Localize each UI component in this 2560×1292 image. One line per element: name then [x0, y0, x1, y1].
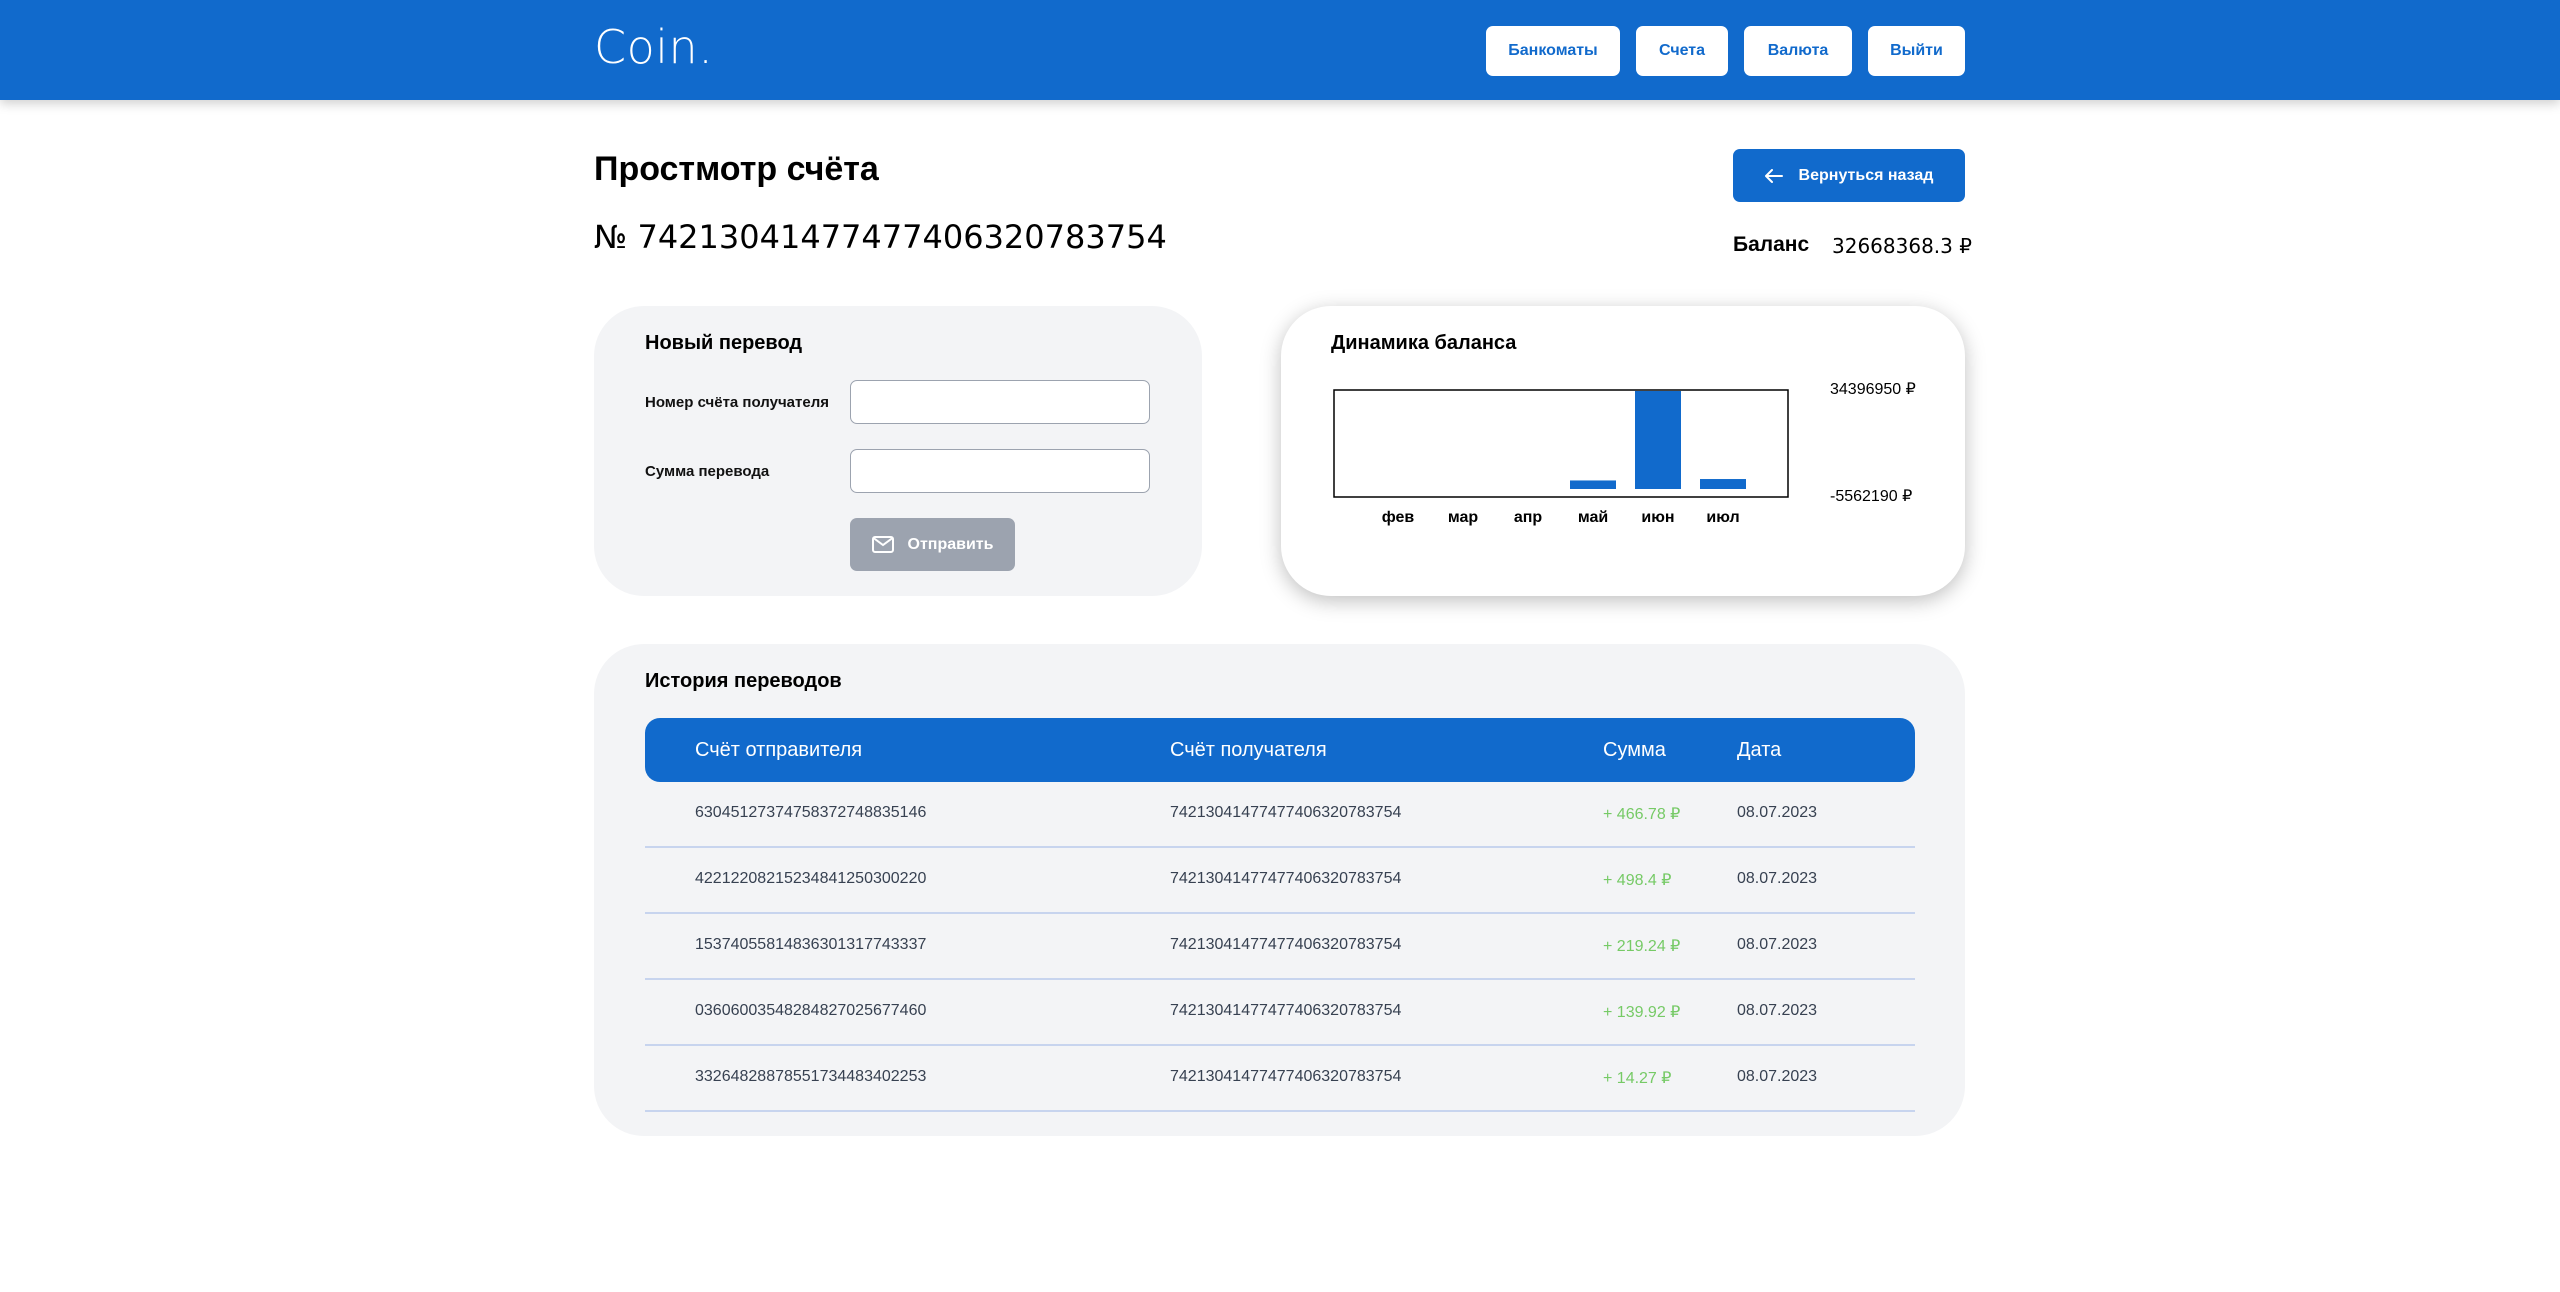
- table-row: 03606003548284827025677460 74213041477477…: [645, 980, 1915, 1046]
- cell-from: 15374055814836301317743337: [695, 936, 927, 953]
- cell-amount: + 466.78 ₽: [1603, 806, 1681, 823]
- x-tick-label: май: [1578, 509, 1608, 526]
- nav-logout-button[interactable]: Выйти: [1868, 26, 1965, 76]
- top-header: Coin. Банкоматы Счета Валюта Выйти: [0, 0, 2560, 100]
- cell-date: 08.07.2023: [1737, 1068, 1818, 1085]
- col-date: Дата: [1737, 739, 1782, 761]
- balance-label: Баланс: [1733, 233, 1810, 256]
- arrow-left-icon: [1764, 168, 1783, 183]
- cell-amount: + 219.24 ₽: [1603, 938, 1681, 955]
- cell-to: 74213041477477406320783754: [1170, 1002, 1402, 1019]
- y-min-label: -5562190 ₽: [1830, 488, 1912, 505]
- back-button-label: Вернуться назад: [1798, 166, 1934, 184]
- cell-from: 42212208215234841250300220: [695, 870, 927, 887]
- x-tick-label: апр: [1514, 509, 1543, 526]
- nav-atms-button[interactable]: Банкоматы: [1486, 26, 1620, 76]
- cell-from: 33264828878551734483402253: [695, 1068, 927, 1085]
- table-row: 33264828878551734483402253 74213041477477…: [645, 1046, 1915, 1112]
- col-recipient: Счёт получателя: [1170, 739, 1327, 761]
- cell-amount: + 14.27 ₽: [1603, 1070, 1672, 1087]
- table-row: 15374055814836301317743337 74213041477477…: [645, 914, 1915, 980]
- nav-currency-button[interactable]: Валюта: [1744, 26, 1852, 76]
- table-row: 63045127374758372748835146 74213041477477…: [645, 782, 1915, 848]
- cell-to: 74213041477477406320783754: [1170, 870, 1402, 887]
- envelope-icon: [871, 536, 894, 553]
- cell-to: 74213041477477406320783754: [1170, 804, 1402, 821]
- account-number: № 74213041477477406320783754: [594, 218, 1167, 256]
- balance-value: 32668368.3 ₽: [1832, 234, 1972, 258]
- cell-date: 08.07.2023: [1737, 870, 1818, 887]
- cell-date: 08.07.2023: [1737, 1002, 1818, 1019]
- cell-from: 03606003548284827025677460: [695, 1002, 927, 1019]
- recipient-label: Номер счёта получателя: [645, 394, 829, 411]
- x-tick-label: июн: [1641, 509, 1674, 526]
- cell-amount: + 139.92 ₽: [1603, 1004, 1681, 1021]
- col-amount: Сумма: [1603, 739, 1666, 761]
- send-button-label: Отправить: [907, 535, 994, 553]
- y-max-label: 34396950 ₽: [1830, 381, 1916, 398]
- chart-bar-июн: [1635, 391, 1681, 489]
- amount-input[interactable]: [850, 449, 1150, 493]
- cell-date: 08.07.2023: [1737, 804, 1818, 821]
- recipient-input[interactable]: [850, 380, 1150, 424]
- page-title: Простмотр счёта: [594, 150, 879, 188]
- cell-from: 63045127374758372748835146: [695, 804, 927, 821]
- send-button[interactable]: Отправить: [850, 518, 1015, 571]
- new-transfer-title: Новый перевод: [645, 332, 803, 354]
- history-title: История переводов: [645, 670, 842, 692]
- cell-amount: + 498.4 ₽: [1603, 872, 1672, 889]
- balance-chart: фев мар апр май июн июл 34396950 ₽ -5562190 ₽: [1333, 381, 1916, 526]
- logo: Coin.: [594, 20, 714, 74]
- cell-to: 74213041477477406320783754: [1170, 1068, 1402, 1085]
- amount-label: Сумма перевода: [645, 463, 770, 480]
- chart-bar-май: [1570, 480, 1616, 489]
- chart-bar-июл: [1700, 479, 1746, 489]
- col-sender: Счёт отправителя: [695, 739, 863, 761]
- nav-accounts-button[interactable]: Счета: [1636, 26, 1728, 76]
- cell-to: 74213041477477406320783754: [1170, 936, 1402, 953]
- history-table-header: Счёт отправителя Счёт получателя Сумма Д…: [645, 718, 1915, 782]
- table-row: 42212208215234841250300220 74213041477477…: [645, 848, 1915, 914]
- cell-date: 08.07.2023: [1737, 936, 1818, 953]
- x-tick-label: июл: [1706, 509, 1739, 526]
- x-tick-label: мар: [1448, 509, 1479, 526]
- back-button[interactable]: Вернуться назад: [1733, 149, 1965, 202]
- x-tick-label: фев: [1382, 509, 1415, 526]
